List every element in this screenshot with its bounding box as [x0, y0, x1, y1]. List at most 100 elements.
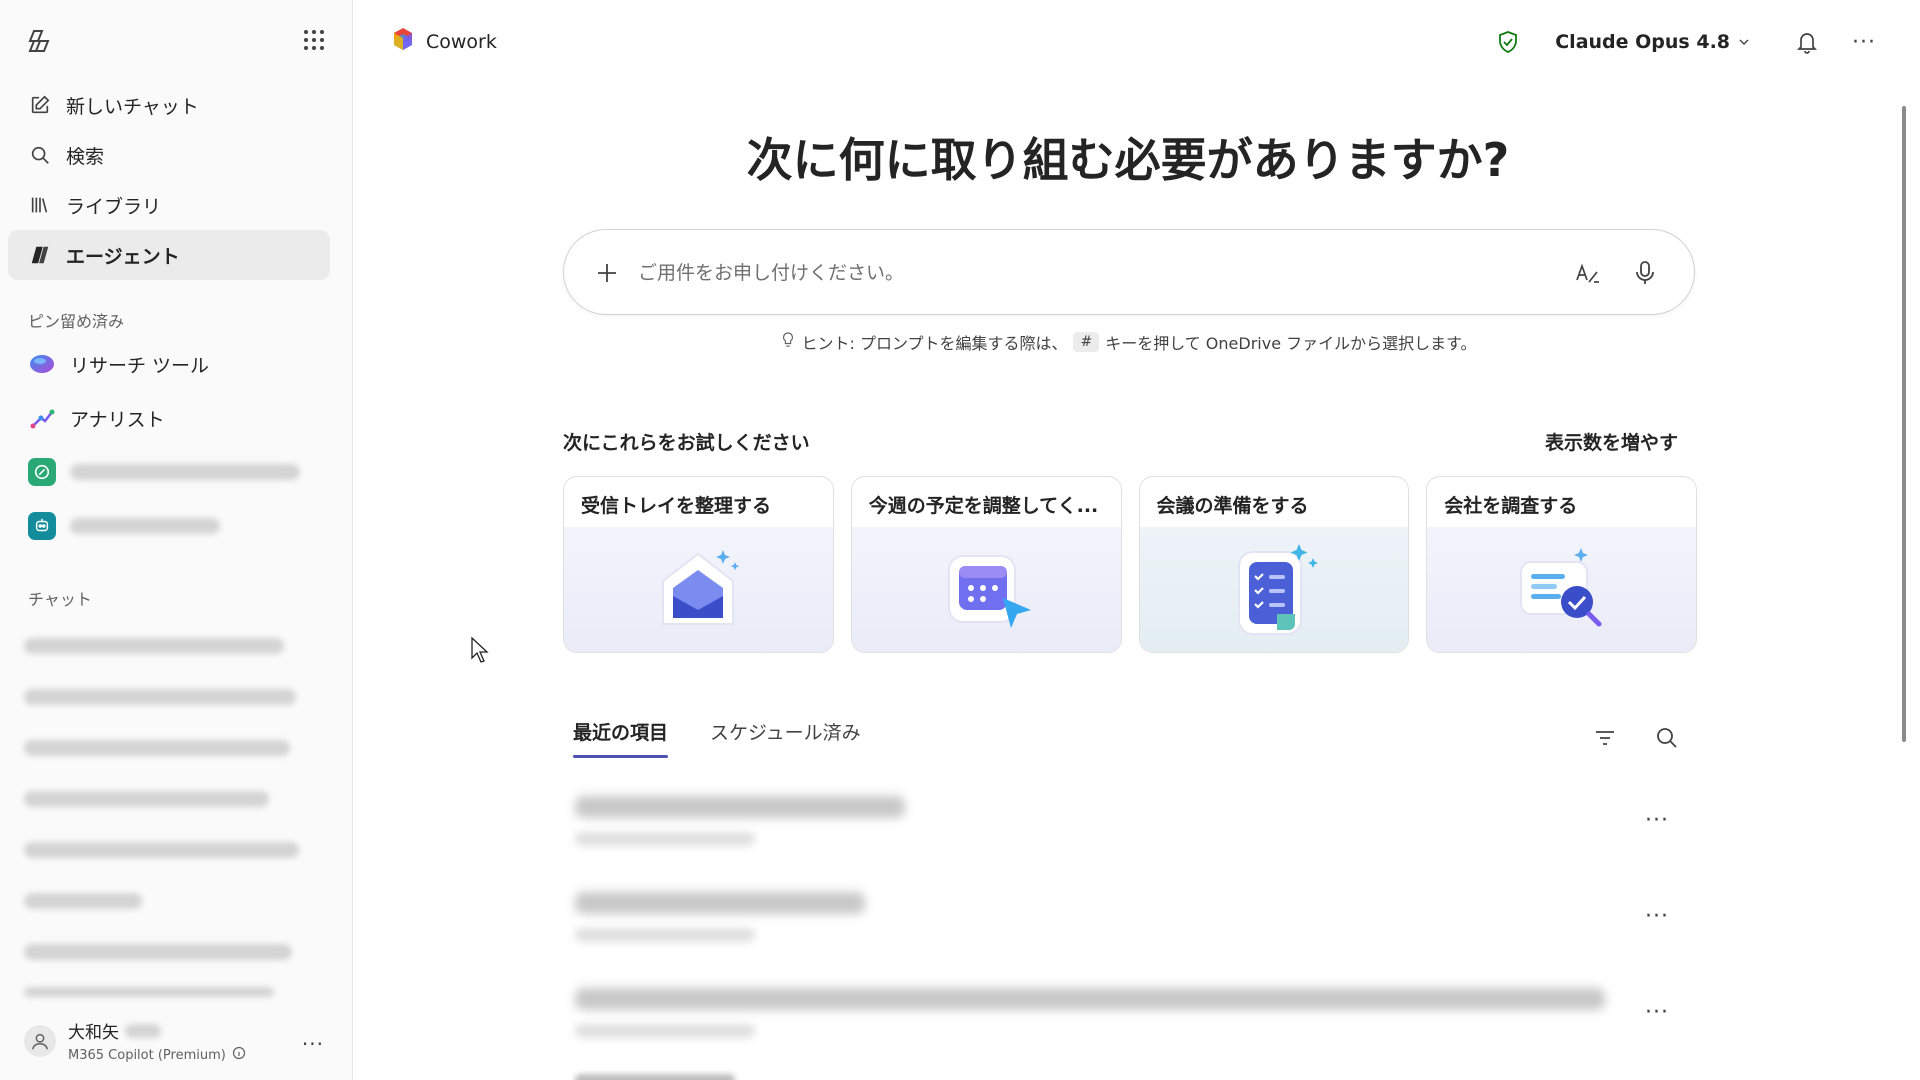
- show-more-button[interactable]: 表示数を増やす: [1545, 428, 1678, 455]
- topbar-actions: Claude Opus 4.8 ···: [1495, 22, 1876, 62]
- more-options-icon[interactable]: ···: [1645, 1000, 1669, 1025]
- card-title: 会議の準備をする: [1156, 495, 1309, 517]
- sidebar-item-library[interactable]: ライブラリ: [8, 180, 330, 230]
- user-name: 大和矢: [68, 1023, 119, 1043]
- page-title: 次に何に取り組む必要がありますか?: [746, 133, 1510, 187]
- redacted-text: [575, 928, 755, 942]
- list-item[interactable]: ···: [575, 978, 1695, 1074]
- add-attachment-icon[interactable]: [592, 258, 622, 288]
- card-title: 会社を調査する: [1444, 495, 1578, 517]
- app-title: Cowork: [390, 26, 497, 57]
- redacted-text: [575, 1024, 755, 1038]
- app-name: Cowork: [426, 30, 497, 53]
- suggestion-card-meeting[interactable]: 会議の準備をする: [1138, 476, 1410, 653]
- more-options-icon[interactable]: ···: [1852, 30, 1876, 55]
- calendar-icon: [851, 527, 1121, 652]
- compose-icon: [28, 93, 52, 117]
- pinned-item-redacted[interactable]: [8, 499, 330, 553]
- chat-history-list: [24, 620, 304, 1007]
- suggestion-cards: 受信トレイを整理する 今週の予定を調整してく... 会議の準備をする 会社を調査…: [563, 476, 1697, 653]
- more-options-icon[interactable]: ···: [302, 1032, 324, 1056]
- app-launcher-icon[interactable]: [302, 28, 326, 52]
- rewrite-pen-icon[interactable]: [1572, 258, 1602, 288]
- pinned-list: リサーチ ツール アナリスト: [8, 337, 330, 553]
- checklist-icon: [1139, 527, 1409, 652]
- hint-suffix: キーを押して OneDrive ファイルから選択します。: [1105, 334, 1477, 353]
- redacted-text: [575, 892, 865, 914]
- redacted-text: [575, 988, 1605, 1010]
- redacted-text: [70, 518, 220, 534]
- redacted-text: [575, 832, 755, 846]
- chat-history-item[interactable]: [24, 671, 304, 722]
- agents-icon: [28, 243, 52, 267]
- sidebar-item-label: ライブラリ: [66, 195, 162, 218]
- user-profile[interactable]: 大和矢 M365 Copilot (Premium) ···: [0, 1002, 352, 1080]
- protected-shield-icon[interactable]: [1495, 29, 1521, 55]
- copilot-logo-icon[interactable]: [25, 27, 53, 55]
- model-selector[interactable]: Claude Opus 4.8: [1555, 31, 1750, 53]
- pinned-item-label: リサーチ ツール: [70, 354, 210, 377]
- library-icon: [28, 193, 52, 217]
- user-plan: M365 Copilot (Premium): [68, 1047, 226, 1063]
- sidebar-item-agents[interactable]: エージェント: [8, 230, 330, 280]
- sidebar-item-search[interactable]: 検索: [8, 130, 330, 180]
- prompt-input[interactable]: [638, 252, 1538, 294]
- pinned-section-label: ピン留め済み: [28, 312, 125, 331]
- list-item[interactable]: ···: [575, 786, 1695, 882]
- prompt-box: [563, 229, 1695, 315]
- bot-icon: [28, 512, 56, 540]
- search-icon[interactable]: [1654, 725, 1680, 751]
- sidebar-item-label: 新しいチャット: [66, 95, 199, 118]
- tab-scheduled[interactable]: スケジュール済み: [700, 718, 871, 755]
- chat-history-item[interactable]: [24, 875, 304, 926]
- model-name: Claude Opus 4.8: [1555, 31, 1731, 53]
- sidebar-item-label: エージェント: [66, 245, 180, 268]
- recent-tabs: 最近の項目 スケジュール済み: [563, 718, 871, 758]
- suggestion-card-research[interactable]: 会社を調査する: [1426, 476, 1697, 653]
- prompt-hint: ヒント: プロンプトを編集する際は、 # キーを押して OneDrive ファイ…: [563, 330, 1695, 354]
- suggestions-title: 次にこれらをお試しください: [563, 432, 810, 454]
- card-title: 受信トレイを整理する: [581, 495, 772, 517]
- inbox-icon: [564, 527, 833, 652]
- pinned-item-redacted[interactable]: [8, 445, 330, 499]
- sidebar: 新しいチャット 検索 ライブラリ エージェント ピン留め済み リサーチ ツール …: [0, 0, 353, 1080]
- copilot-app: 新しいチャット 検索 ライブラリ エージェント ピン留め済み リサーチ ツール …: [0, 0, 1920, 1080]
- redacted-text: [575, 796, 905, 818]
- redacted-text: [70, 464, 300, 480]
- suggestion-card-calendar[interactable]: 今週の予定を調整してく...: [850, 476, 1122, 653]
- redacted-text: [575, 1074, 735, 1080]
- chat-history-item[interactable]: [24, 824, 304, 875]
- hint-prefix: ヒント: プロンプトを編集する際は、: [801, 334, 1068, 353]
- research-icon: [1427, 527, 1696, 652]
- card-title: 今週の予定を調整してく...: [868, 495, 1099, 517]
- pinned-item-analyst[interactable]: アナリスト: [8, 391, 330, 445]
- more-options-icon[interactable]: ···: [1645, 808, 1669, 833]
- scrollbar[interactable]: [1902, 106, 1906, 742]
- list-item[interactable]: ···: [575, 882, 1695, 978]
- chat-history-item[interactable]: [24, 620, 304, 671]
- filter-icon[interactable]: [1592, 725, 1618, 751]
- tab-recent[interactable]: 最近の項目: [563, 718, 678, 758]
- suggestion-card-inbox[interactable]: 受信トレイを整理する: [563, 476, 834, 653]
- hint-key: #: [1073, 332, 1100, 352]
- pinned-item-researcher[interactable]: リサーチ ツール: [8, 337, 330, 391]
- chat-history-item[interactable]: [24, 773, 304, 824]
- search-icon: [28, 143, 52, 167]
- sidebar-nav: 新しいチャット 検索 ライブラリ エージェント: [8, 80, 330, 280]
- redacted-text: [125, 1023, 161, 1038]
- recent-items-list: ··· ··· ···: [575, 786, 1695, 1074]
- chats-section-label: チャット: [28, 590, 92, 609]
- chat-history-item[interactable]: [24, 926, 304, 977]
- more-options-icon[interactable]: ···: [1645, 904, 1669, 929]
- lightbulb-icon: [781, 332, 795, 352]
- chat-history-item[interactable]: [24, 722, 304, 773]
- sidebar-item-label: 検索: [66, 145, 105, 168]
- notification-bell-icon[interactable]: [1794, 29, 1820, 55]
- info-icon[interactable]: [232, 1046, 246, 1064]
- researcher-icon: [28, 350, 56, 378]
- pinned-item-label: アナリスト: [70, 408, 165, 431]
- sidebar-item-new-chat[interactable]: 新しいチャット: [8, 80, 330, 130]
- agent-app-icon: [28, 458, 56, 486]
- avatar: [24, 1025, 56, 1057]
- microphone-icon[interactable]: [1630, 258, 1660, 288]
